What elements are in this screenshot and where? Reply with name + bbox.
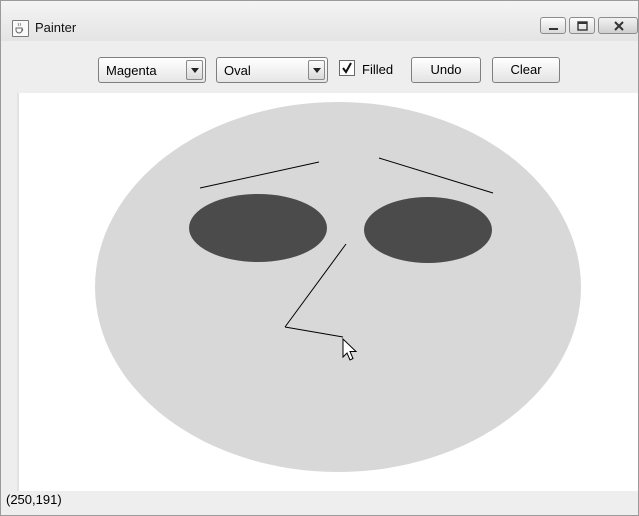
status-bar: (250,191) — [1, 491, 638, 515]
chevron-down-icon[interactable] — [308, 60, 325, 80]
painter-window: Painter Magenta Oval Filled Undo Clear (… — [0, 0, 639, 516]
filled-label[interactable]: Filled — [362, 62, 393, 77]
face-oval — [95, 102, 581, 472]
chevron-down-icon[interactable] — [186, 60, 203, 80]
window-controls — [537, 17, 638, 37]
close-icon[interactable] — [598, 17, 638, 34]
shape-select[interactable]: Oval — [216, 57, 328, 83]
shape-select-value: Oval — [224, 63, 251, 78]
color-select-value: Magenta — [106, 63, 157, 78]
clear-button[interactable]: Clear — [492, 57, 560, 83]
filled-checkbox[interactable] — [339, 60, 355, 76]
maximize-icon[interactable] — [569, 17, 595, 34]
minimize-icon[interactable] — [540, 17, 566, 34]
window-title: Painter — [35, 20, 77, 35]
title-bar[interactable]: Painter — [1, 1, 638, 41]
drawing-canvas[interactable] — [17, 93, 638, 491]
java-cup-icon — [12, 20, 29, 37]
toolbar: Magenta Oval Filled Undo Clear — [1, 51, 638, 91]
left-eye-oval — [189, 194, 327, 262]
color-select[interactable]: Magenta — [98, 57, 206, 83]
right-eye-oval — [364, 197, 492, 263]
undo-button[interactable]: Undo — [411, 57, 481, 83]
coordinates-readout: (250,191) — [6, 492, 62, 507]
